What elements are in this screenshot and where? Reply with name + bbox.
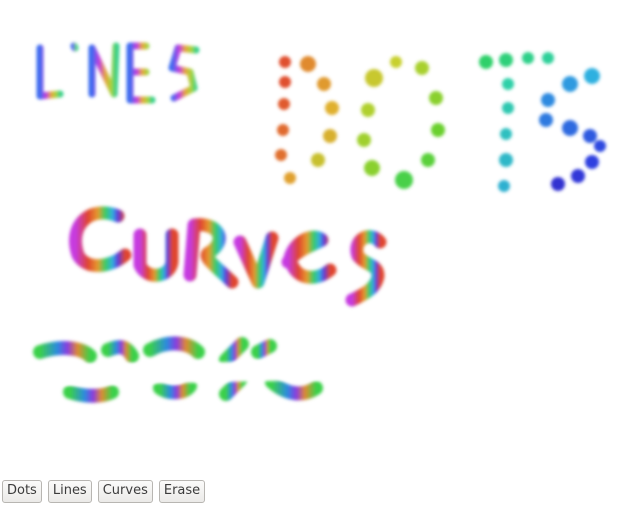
curves-word-stroke bbox=[69, 206, 387, 307]
drawing-surface bbox=[33, 42, 606, 403]
erase-button[interactable]: Erase bbox=[158, 480, 206, 503]
lines-button[interactable]: Lines bbox=[47, 480, 92, 503]
drawing-canvas[interactable] bbox=[0, 0, 626, 470]
curves-button[interactable]: Curves bbox=[97, 480, 153, 503]
dots-word-stroke bbox=[275, 52, 606, 192]
dots-button[interactable]: Dots bbox=[2, 480, 42, 503]
toolbar: Dots Lines Curves Erase bbox=[2, 480, 206, 503]
lines-word-stroke bbox=[36, 42, 200, 104]
